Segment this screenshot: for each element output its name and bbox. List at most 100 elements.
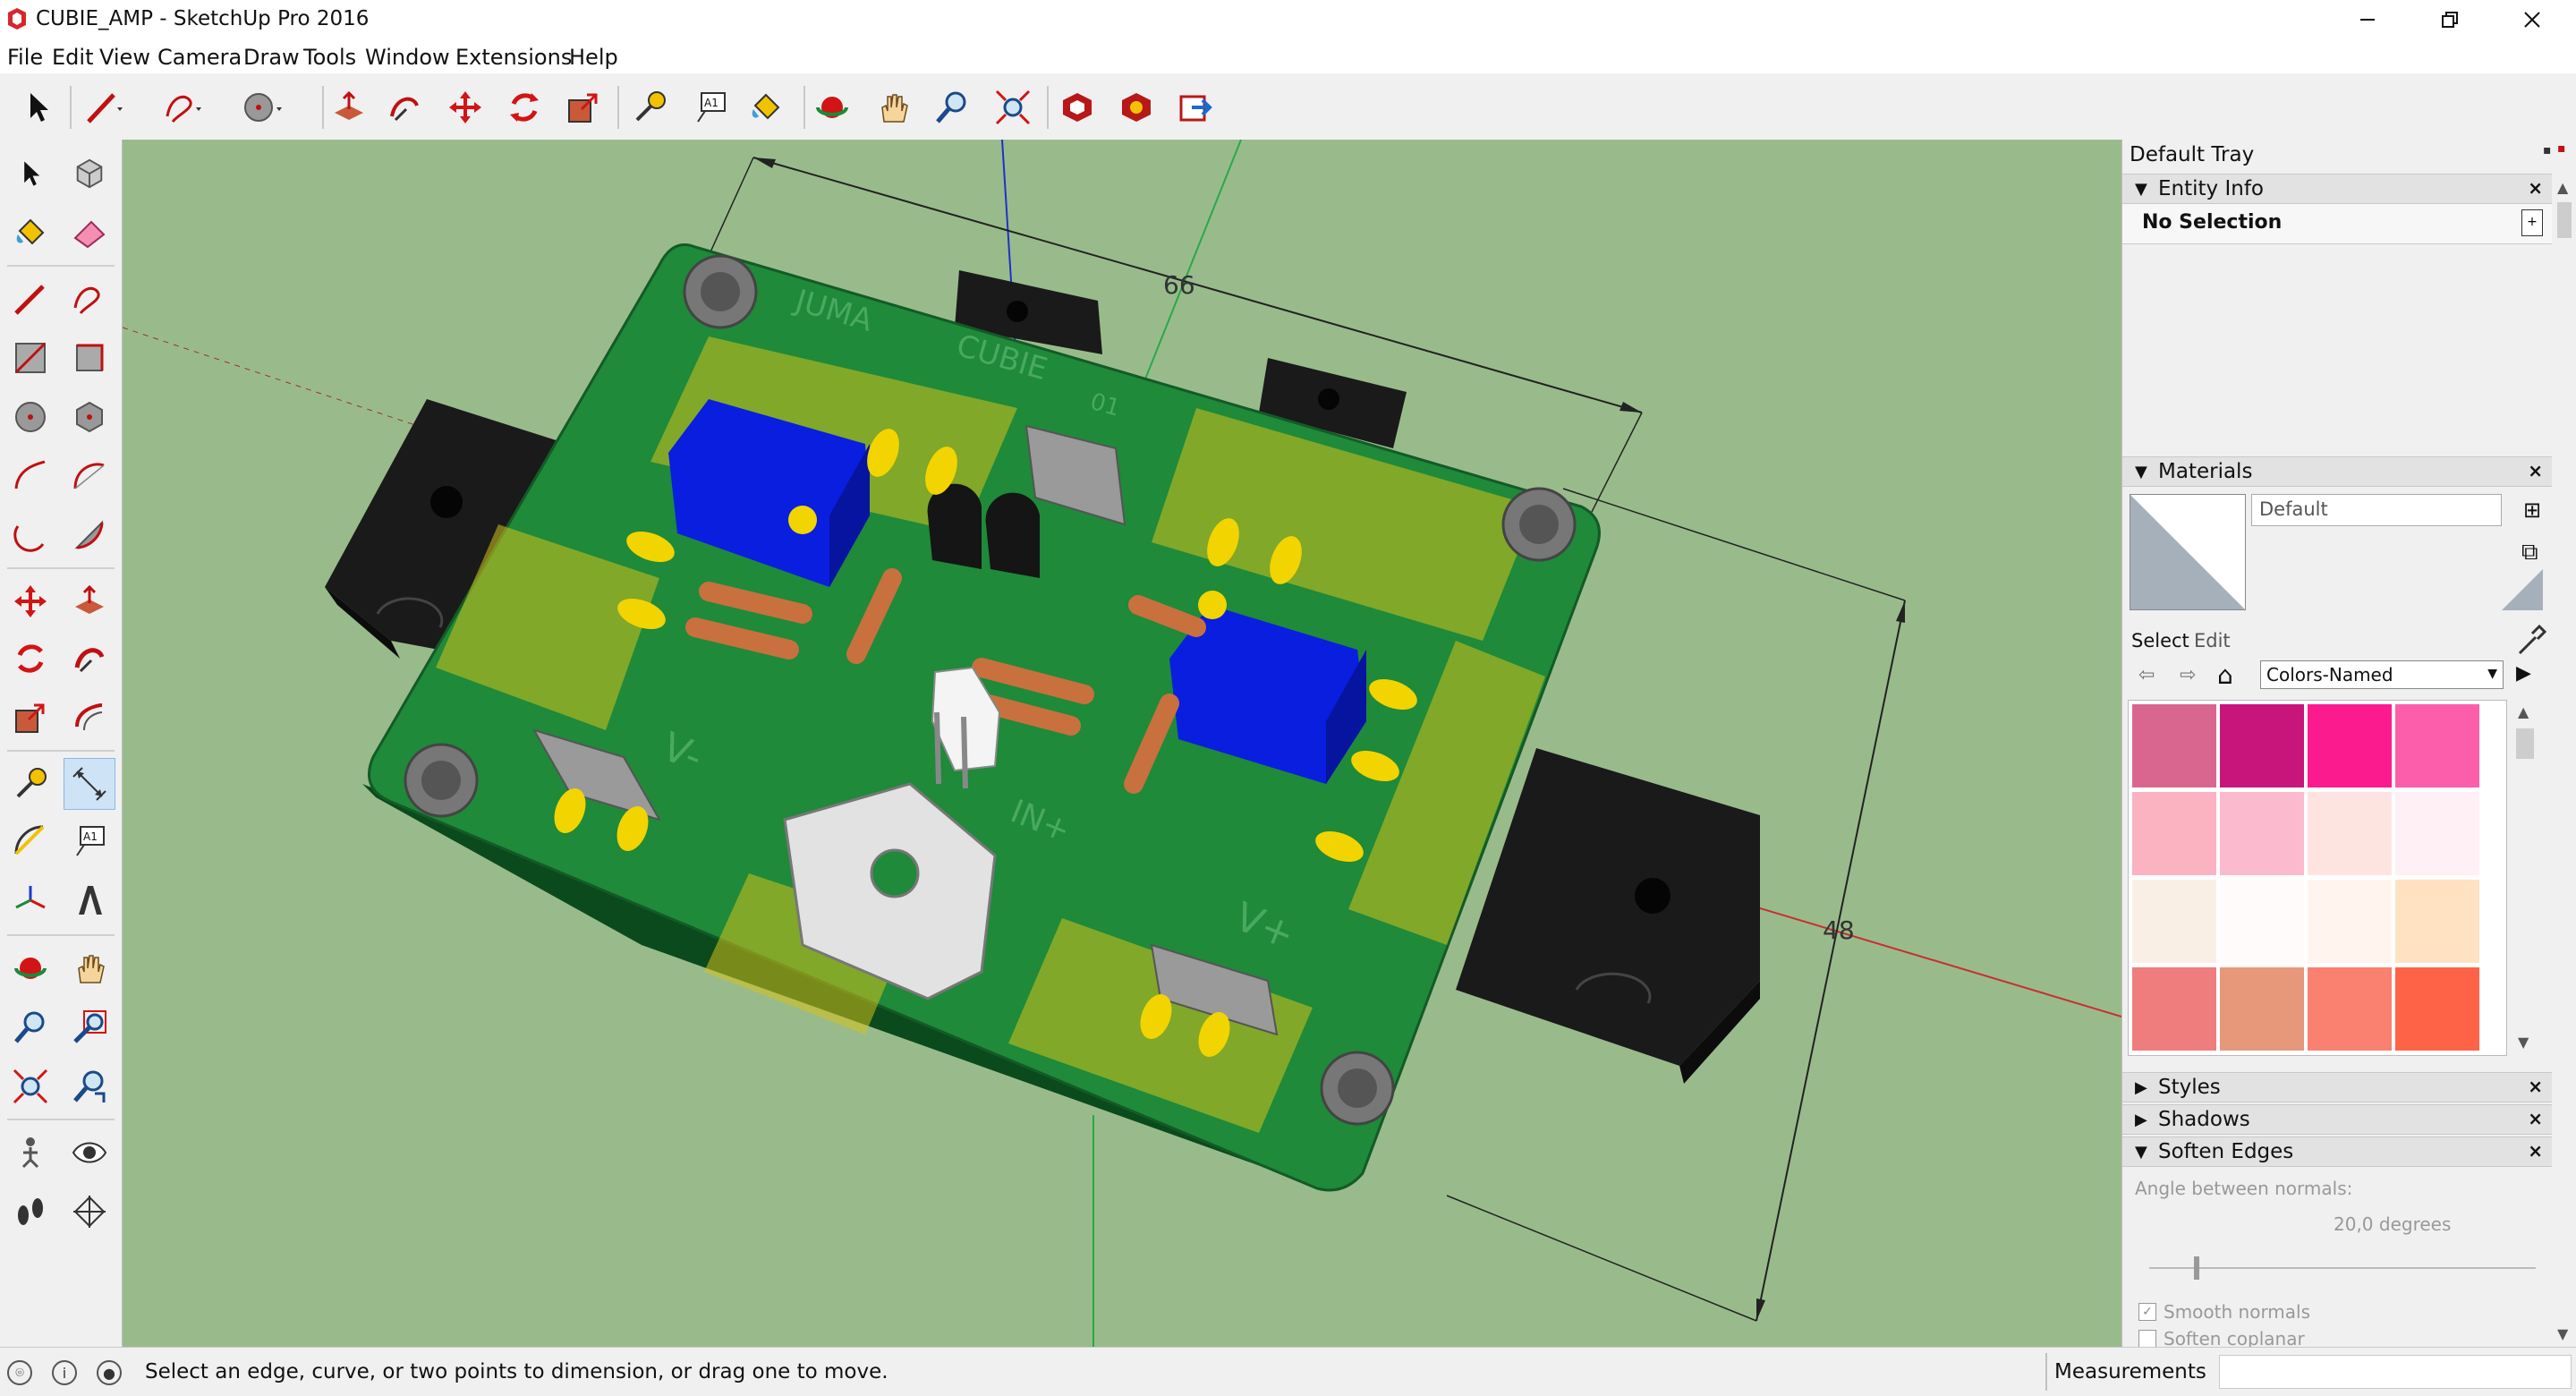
materials-header[interactable]: ▼ Materials ×	[2122, 456, 2552, 487]
credits-icon[interactable]: i	[52, 1360, 77, 1385]
home-icon[interactable]: ⌂	[2217, 660, 2233, 690]
pencil-tool-button[interactable]	[82, 84, 129, 131]
rotate-tool-button[interactable]	[501, 84, 548, 131]
angle-slider-track[interactable]	[2149, 1267, 2536, 1269]
material-swatch[interactable]	[2220, 792, 2304, 875]
tape-measure-tool-button[interactable]	[626, 84, 673, 131]
lt-2point-arc-button[interactable]	[64, 451, 115, 501]
material-swatch[interactable]	[2308, 704, 2392, 787]
lt-eraser-button[interactable]	[64, 208, 115, 258]
zoom-extents-tool-button[interactable]	[990, 84, 1036, 131]
close-icon[interactable]: ×	[2528, 1108, 2543, 1129]
3d-warehouse-button[interactable]	[1054, 84, 1101, 131]
push-pull-tool-button[interactable]	[326, 84, 372, 131]
pcb-board[interactable]: JUMA CUBIE 01 V- V+ IN+	[362, 243, 1601, 1192]
screw-top-right[interactable]	[1501, 487, 1577, 562]
circle-tool-button[interactable]	[240, 84, 286, 131]
material-swatch[interactable]	[2132, 880, 2216, 963]
move-tool-button[interactable]	[442, 84, 489, 131]
materials-tab-select[interactable]: Select	[2131, 630, 2189, 651]
details-arrow-icon[interactable]: ▶	[2516, 662, 2531, 685]
lt-3d-text-button[interactable]	[64, 875, 115, 925]
lt-move-button[interactable]	[5, 576, 55, 626]
restore-button[interactable]	[2409, 0, 2491, 39]
scroll-up-icon[interactable]: ▲	[2557, 179, 2568, 196]
transistor-right[interactable]	[985, 492, 1040, 578]
follow-me-tool-button[interactable]	[381, 84, 428, 131]
menu-edit[interactable]: Edit	[52, 45, 93, 70]
library-select[interactable]: Colors-Named ▼	[2260, 660, 2504, 689]
tray-scrollbar[interactable]: ▲ ▼	[2554, 179, 2575, 1342]
menu-camera[interactable]: Camera	[157, 45, 242, 70]
tray-close-icon[interactable]: ▪	[2557, 141, 2566, 156]
lt-zoom-extents-button[interactable]	[5, 1061, 55, 1111]
lt-polygon-button[interactable]	[64, 392, 115, 442]
material-swatch[interactable]	[2132, 792, 2216, 875]
lt-previous-view-button[interactable]	[64, 1061, 115, 1111]
lt-push-pull-button[interactable]	[64, 576, 115, 626]
entity-toggle-icon[interactable]: +	[2521, 209, 2543, 236]
minimize-button[interactable]	[2326, 0, 2409, 39]
extension-warehouse-button[interactable]	[1113, 84, 1160, 131]
lt-orbit-button[interactable]	[5, 943, 55, 993]
menu-draw[interactable]: Draw	[243, 45, 300, 70]
scroll-up-icon[interactable]: ▲	[2518, 703, 2529, 720]
lt-axes-button[interactable]	[5, 875, 55, 925]
text-tool-button[interactable]: A1	[687, 84, 734, 131]
menu-file[interactable]: File	[7, 45, 43, 70]
lt-tape-measure-button[interactable]	[5, 759, 55, 809]
material-swatch[interactable]	[2308, 967, 2392, 1051]
menu-tools[interactable]: Tools	[303, 45, 356, 70]
orbit-tool-button[interactable]	[809, 84, 855, 131]
menu-view[interactable]: View	[99, 45, 150, 70]
scroll-thumb[interactable]	[2516, 728, 2534, 759]
materials-tab-edit[interactable]: Edit	[2194, 630, 2231, 651]
lt-look-around-button[interactable]	[64, 1128, 115, 1178]
material-swatch[interactable]	[2308, 880, 2392, 963]
eyedropper-icon[interactable]	[2512, 623, 2548, 659]
lt-rotated-rectangle-button[interactable]	[64, 333, 115, 383]
lt-text-button[interactable]: A1	[64, 816, 115, 866]
send-to-layout-button[interactable]	[1172, 84, 1219, 131]
material-swatch[interactable]	[2395, 880, 2479, 963]
menu-window[interactable]: Window	[365, 45, 450, 70]
material-swatch[interactable]	[2220, 967, 2304, 1051]
material-swatch[interactable]	[2395, 967, 2479, 1051]
material-name-field[interactable]: Default	[2251, 494, 2502, 526]
close-button[interactable]	[2491, 0, 2573, 39]
material-swatch[interactable]	[2132, 704, 2216, 787]
angle-slider-thumb[interactable]	[2194, 1256, 2199, 1280]
lt-make-component-button[interactable]	[64, 149, 115, 199]
lt-freehand-button[interactable]	[64, 274, 115, 324]
scale-tool-button[interactable]	[560, 84, 607, 131]
lt-section-plane-button[interactable]	[64, 1187, 115, 1237]
material-swatch[interactable]	[2220, 880, 2304, 963]
close-icon[interactable]: ×	[2528, 1140, 2543, 1162]
forward-arrow-icon[interactable]: ⇨	[2180, 664, 2196, 686]
scroll-down-icon[interactable]: ▼	[2557, 1325, 2568, 1342]
zoom-tool-button[interactable]	[929, 84, 975, 131]
soften-coplanar-checkbox[interactable]	[2138, 1330, 2156, 1348]
drawing-viewport[interactable]: 66 48 JUMA CUBIE 01 V- V+ IN+	[123, 140, 2121, 1347]
dimension-label-48[interactable]: 48	[1823, 915, 1855, 945]
lt-paint-bucket-button[interactable]	[5, 208, 55, 258]
lt-offset-button[interactable]	[64, 693, 115, 743]
material-swatch[interactable]	[2308, 792, 2392, 875]
lt-circle-button[interactable]	[5, 392, 55, 442]
lt-line-button[interactable]	[5, 274, 55, 324]
lt-rectangle-button[interactable]	[5, 333, 55, 383]
lt-rotate-button[interactable]	[5, 634, 55, 684]
lt-pan-button[interactable]	[64, 943, 115, 993]
menu-extensions[interactable]: Extensions	[455, 45, 572, 70]
select-tool-button[interactable]	[14, 84, 61, 131]
shadows-header[interactable]: ▶ Shadows ×	[2122, 1104, 2552, 1135]
user-icon[interactable]: ●	[97, 1360, 122, 1385]
material-swatch[interactable]	[2132, 967, 2216, 1051]
screw-bottom-left[interactable]	[404, 743, 479, 818]
tray-pin-icon[interactable]: ▪	[2543, 143, 2552, 157]
model-scene[interactable]: 66 48 JUMA CUBIE 01 V- V+ IN+	[123, 140, 2121, 1347]
lt-walk-button[interactable]	[5, 1187, 55, 1237]
lt-3point-arc-button[interactable]	[5, 510, 55, 560]
geo-location-icon[interactable]: ⌾	[7, 1360, 32, 1385]
lt-pie-button[interactable]	[64, 510, 115, 560]
